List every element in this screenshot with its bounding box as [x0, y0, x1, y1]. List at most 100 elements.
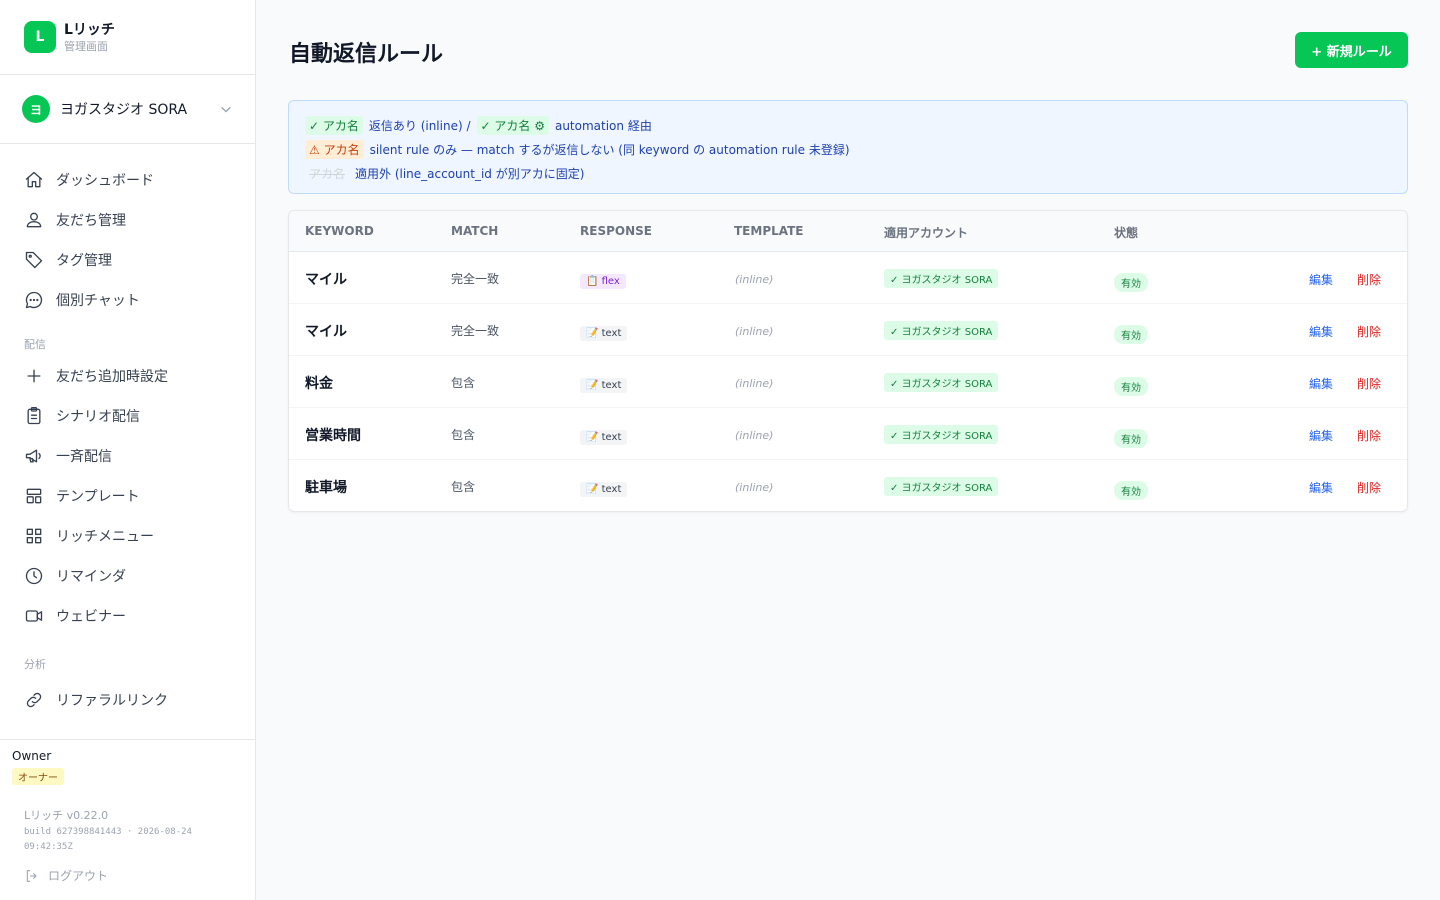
delete-link[interactable]: 削除 [1357, 271, 1381, 288]
sidebar-item-label: テンプレート [56, 489, 140, 505]
nav-section-analytics: 分析 [24, 658, 46, 671]
user-name: Owner [12, 749, 52, 763]
account-badge: ✓ ヨガスタジオ SORA [884, 269, 999, 288]
sidebar-item-scenario[interactable]: シナリオ配信 [0, 396, 255, 436]
main-content: 自動返信ルール + 新規ルール ✓ アカ名 返信あり (inline) / ✓ … [256, 0, 1440, 900]
match-cell: 包含 [451, 480, 476, 494]
sidebar-item-label: ダッシュボード [56, 173, 154, 189]
edit-link[interactable]: 編集 [1309, 479, 1333, 496]
delete-link[interactable]: 削除 [1357, 479, 1381, 496]
account-avatar: ヨ [22, 95, 50, 123]
sidebar-item-tags[interactable]: タグ管理 [0, 240, 255, 280]
account-badge: ✓ ヨガスタジオ SORA [884, 321, 999, 340]
edit-link[interactable]: 編集 [1309, 271, 1333, 288]
template-cell: (inline) [735, 429, 774, 442]
column-header-response: RESPONSE [580, 224, 652, 238]
status-badge: 有効 [1114, 325, 1148, 344]
plus-icon [27, 369, 41, 383]
table-row: 駐車場 包含 📝 text (inline) ✓ ヨガスタジオ SORA 有効 … [289, 460, 1407, 511]
table-header: KEYWORD MATCH RESPONSE TEMPLATE 適用アカウント … [289, 211, 1407, 252]
legend-line-na: アカ名 適用外 (line_account_id が別アカに固定) [305, 161, 1391, 185]
sidebar-item-add-friend-settings[interactable]: 友だち追加時設定 [0, 356, 255, 396]
keyword-cell: 営業時間 [305, 428, 361, 444]
sidebar-item-friends[interactable]: 友だち管理 [0, 200, 255, 240]
legend-text: automation 経由 [554, 118, 652, 133]
response-badge: 📝 text [580, 378, 628, 393]
keyword-cell: 駐車場 [305, 480, 347, 496]
legend-panel: ✓ アカ名 返信あり (inline) / ✓ アカ名 ⚙ automation… [288, 100, 1408, 194]
legend-line-silent: ⚠ アカ名 silent rule のみ — match するが返信しない (同… [305, 137, 1391, 161]
sidebar-item-dashboard[interactable]: ダッシュボード [0, 160, 255, 200]
brand-logo: L [24, 21, 56, 53]
brand-subtitle: 管理画面 [64, 39, 108, 53]
brand-header: L Lリッチ 管理画面 [0, 0, 255, 75]
edit-link[interactable]: 編集 [1309, 323, 1333, 340]
account-badge: ✓ ヨガスタジオ SORA [884, 425, 999, 444]
status-badge: 有効 [1114, 429, 1148, 448]
response-badge: 📝 text [580, 326, 628, 341]
table-row: マイル 完全一致 📋 flex (inline) ✓ ヨガスタジオ SORA 有… [289, 252, 1407, 304]
sidebar-item-broadcast[interactable]: 一斉配信 [0, 436, 255, 476]
nav-section-delivery: 配信 [24, 338, 46, 351]
rules-table: KEYWORD MATCH RESPONSE TEMPLATE 適用アカウント … [288, 210, 1408, 512]
sidebar-item-label: 個別チャット [56, 293, 140, 309]
new-rule-button[interactable]: + 新規ルール [1295, 32, 1408, 68]
account-name: ヨガスタジオ SORA [60, 102, 188, 118]
grid-icon [26, 528, 42, 544]
sidebar-item-label: ウェビナー [56, 609, 126, 625]
match-cell: 完全一致 [451, 324, 500, 338]
account-switcher[interactable]: ヨ ヨガスタジオ SORA [0, 75, 255, 144]
edit-link[interactable]: 編集 [1309, 427, 1333, 444]
chat-icon [25, 291, 43, 309]
sidebar-item-referral[interactable]: リファラルリンク [0, 680, 255, 720]
sidebar-item-chat[interactable]: 個別チャット [0, 280, 255, 320]
sidebar-item-rich-menu[interactable]: リッチメニュー [0, 516, 255, 556]
match-cell: 完全一致 [451, 272, 500, 286]
brand-name: Lリッチ [64, 21, 115, 38]
keyword-cell: マイル [305, 324, 347, 340]
sidebar-item-template[interactable]: テンプレート [0, 476, 255, 516]
table-row: 営業時間 包含 📝 text (inline) ✓ ヨガスタジオ SORA 有効… [289, 408, 1407, 460]
sidebar: L Lリッチ 管理画面 ヨ ヨガスタジオ SORA ダッシュボード 友だち管理 … [0, 0, 256, 900]
match-cell: 包含 [451, 376, 476, 390]
legend-pill-ok: ✓ アカ名 [305, 115, 363, 135]
template-cell: (inline) [735, 273, 774, 286]
column-header-template: TEMPLATE [734, 224, 804, 238]
sidebar-item-webinar[interactable]: ウェビナー [0, 596, 255, 636]
tag-icon [25, 251, 43, 269]
video-icon [25, 610, 43, 622]
edit-link[interactable]: 編集 [1309, 375, 1333, 392]
column-header-keyword: KEYWORD [305, 224, 374, 238]
legend-text: silent rule のみ — match するが返信しない (同 keywo… [369, 142, 850, 157]
template-cell: (inline) [735, 325, 774, 338]
logout-button[interactable]: ログアウト [24, 867, 108, 884]
keyword-cell: マイル [305, 272, 347, 288]
sidebar-item-reminder[interactable]: リマインダ [0, 556, 255, 596]
sidebar-item-label: リマインダ [56, 569, 126, 585]
legend-text: 返信あり (inline) / [368, 118, 471, 133]
megaphone-icon [25, 449, 41, 463]
keyword-cell: 料金 [305, 376, 333, 392]
role-badge: オーナー [12, 768, 64, 785]
column-header-match: MATCH [451, 224, 499, 238]
template-cell: (inline) [735, 377, 774, 390]
sidebar-item-label: シナリオ配信 [56, 409, 140, 425]
clipboard-icon [27, 407, 41, 425]
sidebar-item-label: リッチメニュー [56, 529, 154, 545]
legend-text: 適用外 (line_account_id が別アカに固定) [355, 166, 585, 181]
status-badge: 有効 [1114, 273, 1148, 292]
account-badge: ✓ ヨガスタジオ SORA [884, 477, 999, 496]
response-badge: 📝 text [580, 482, 628, 497]
sidebar-item-label: 友だち管理 [56, 213, 126, 229]
users-icon [26, 212, 42, 228]
delete-link[interactable]: 削除 [1357, 427, 1381, 444]
delete-link[interactable]: 削除 [1357, 375, 1381, 392]
build-info: build 627398841443 · 2026-08-24 09:42:35… [24, 827, 192, 852]
logout-label: ログアウト [48, 869, 109, 883]
sidebar-item-label: 友だち追加時設定 [56, 369, 168, 385]
delete-link[interactable]: 削除 [1357, 323, 1381, 340]
response-badge: 📋 flex [580, 274, 626, 289]
sidebar-item-label: 一斉配信 [56, 449, 112, 465]
response-badge: 📝 text [580, 430, 628, 445]
status-badge: 有効 [1114, 377, 1148, 396]
